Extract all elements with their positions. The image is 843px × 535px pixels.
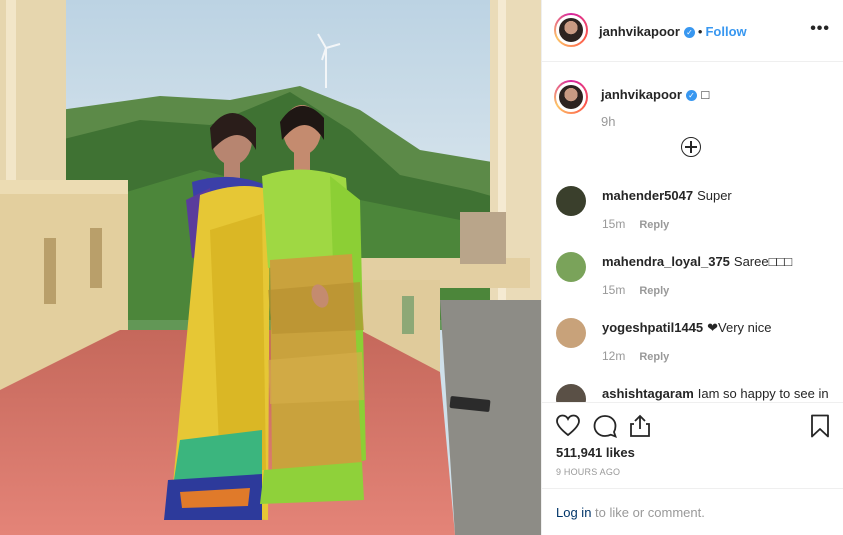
login-link[interactable]: Log in <box>556 505 591 520</box>
author-avatar[interactable] <box>554 13 588 47</box>
post-actions: 511,941 likes 9 HOURS AGO <box>542 402 843 488</box>
comment-meta: 12m Reply <box>602 349 669 363</box>
login-prompt-rest: to like or comment. <box>591 505 705 520</box>
load-more-comments-icon[interactable] <box>681 137 701 157</box>
heart-icon[interactable] <box>555 413 581 439</box>
login-prompt: Log in to like or comment. <box>542 488 843 535</box>
comment-time: 15m <box>602 283 626 297</box>
reply-button[interactable]: Reply <box>639 285 669 297</box>
post-sidebar: janhvikapoor ✓ • Follow ••• janhvikapoor ✓ □… <box>541 0 843 535</box>
share-icon[interactable] <box>627 413 653 439</box>
post-photo-illustration <box>0 0 541 535</box>
comment-text-line: ashishtagaram Iam so happy to see in <box>602 386 832 402</box>
commenter-avatar[interactable] <box>556 384 586 402</box>
separator-dot: • <box>697 24 703 39</box>
caption-username[interactable]: janhvikapoor <box>601 87 682 102</box>
comment-username[interactable]: mahender5047 <box>602 188 693 203</box>
commenter-avatar[interactable] <box>556 186 586 216</box>
comment-username[interactable]: ashishtagaram <box>602 386 694 401</box>
caption-avatar[interactable] <box>554 80 588 114</box>
comment-text: Iam so happy to see in <box>697 386 829 401</box>
commenter-avatar[interactable] <box>556 318 586 348</box>
commenter-avatar[interactable] <box>556 252 586 282</box>
comment-text-line: mahender5047 Super <box>602 188 832 204</box>
verified-badge-icon: ✓ <box>685 90 697 101</box>
bookmark-icon[interactable] <box>807 413 833 439</box>
comment-text-line: mahendra_loyal_375 Saree□□□ <box>602 254 832 270</box>
reply-button[interactable]: Reply <box>639 219 669 231</box>
comment-time: 12m <box>602 349 626 363</box>
comment-text: Super <box>697 188 732 203</box>
comment-meta: 15m Reply <box>602 283 669 297</box>
comment-text: Saree□□□ <box>733 254 793 269</box>
author-username[interactable]: janhvikapoor <box>599 24 680 39</box>
header-user-line: janhvikapoor ✓ • Follow <box>599 23 747 41</box>
post-time: 9 HOURS AGO <box>556 467 621 477</box>
more-options-icon[interactable]: ••• <box>810 20 830 38</box>
comment-time: 15m <box>602 217 626 231</box>
follow-button[interactable]: Follow <box>705 24 746 39</box>
comment-text: ❤Very nice <box>707 320 772 335</box>
caption-text: □ <box>701 87 710 102</box>
login-prompt-text: Log in to like or comment. <box>556 505 705 520</box>
comment-icon[interactable] <box>592 413 618 439</box>
comment-username[interactable]: mahendra_loyal_375 <box>602 254 730 269</box>
comments-list[interactable]: janhvikapoor ✓ □ 9h mahender5047 Super 15m… <box>542 62 843 402</box>
post-image[interactable] <box>0 0 541 535</box>
comment-username[interactable]: yogeshpatil1445 <box>602 320 703 335</box>
caption-time: 9h <box>601 114 616 129</box>
verified-badge-icon: ✓ <box>683 27 695 38</box>
reply-button[interactable]: Reply <box>639 351 669 363</box>
comment-text-line: yogeshpatil1445 ❤Very nice <box>602 320 832 336</box>
caption-line: janhvikapoor ✓ □ <box>601 86 709 104</box>
comment-meta: 15m Reply <box>602 217 669 231</box>
like-count[interactable]: 511,941 likes <box>556 445 635 460</box>
post-header: janhvikapoor ✓ • Follow ••• <box>542 0 843 62</box>
